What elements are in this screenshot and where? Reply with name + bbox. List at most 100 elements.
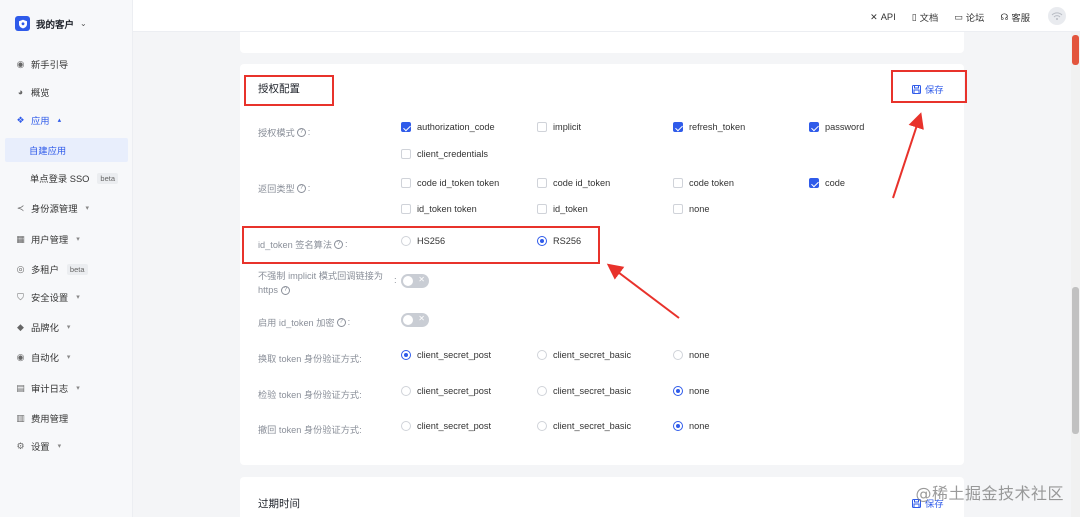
checkbox-unchecked[interactable]: [401, 204, 411, 214]
forum-label: 论坛: [965, 13, 985, 23]
checkbox-none[interactable]: none: [673, 204, 709, 214]
checkbox-code-id-token-token[interactable]: code id_token token: [401, 178, 499, 188]
checkbox-checked[interactable]: [809, 178, 819, 188]
radio-unselected[interactable]: [401, 386, 411, 396]
help-icon[interactable]: ?: [336, 317, 346, 327]
sidebar-item-users[interactable]: ▦ 用户管理 ▾: [0, 227, 133, 251]
apps-icon: ❖: [16, 114, 25, 125]
implicit-https-text-1: 不强制 implicit 模式回调链接为: [258, 271, 384, 281]
sidebar-item-onboarding[interactable]: ◉ 新手引导: [0, 52, 133, 76]
radio-unselected[interactable]: [401, 421, 411, 431]
checkbox-checked[interactable]: [673, 122, 683, 132]
sidebar-item-audit-log[interactable]: ▤ 审计日志 ▾: [0, 376, 133, 400]
checkbox-code-token[interactable]: code token: [673, 178, 734, 188]
forum-link[interactable]: ▭ 论坛: [954, 10, 984, 24]
radio-selected[interactable]: [401, 350, 411, 360]
sidebar-item-security[interactable]: ⛉ 安全设置 ▾: [0, 285, 133, 309]
tenant-switcher[interactable]: 我的客户 ⌄: [15, 16, 87, 31]
checkbox-checked[interactable]: [401, 122, 411, 132]
checkbox-code[interactable]: code: [809, 178, 845, 188]
brand-logo-icon: [15, 16, 30, 31]
checkbox-authorization-code[interactable]: authorization_code: [401, 122, 495, 132]
id-token-encrypt-label: 启用 id_token 加密?:: [258, 317, 351, 328]
option-label: client_secret_basic: [553, 386, 632, 396]
checkbox-implicit[interactable]: implicit: [537, 122, 581, 132]
api-link[interactable]: ✕ API: [870, 10, 896, 24]
checkbox-client-credentials[interactable]: client_credentials: [401, 149, 488, 159]
radio-unselected[interactable]: [673, 350, 683, 360]
gear-icon: ⚙: [16, 440, 25, 451]
option-label: none: [689, 350, 710, 360]
sidebar-item-label: 自建应用: [29, 146, 67, 156]
checkbox-checked[interactable]: [809, 122, 819, 132]
grant-types-label: 授权模式?:: [258, 127, 311, 138]
avatar[interactable]: [1048, 7, 1066, 25]
radio-token-auth-post[interactable]: client_secret_post: [401, 350, 491, 360]
radio-revoke-basic[interactable]: client_secret_basic: [537, 421, 631, 431]
token-auth-label: 换取 token 身份验证方式:: [258, 354, 362, 364]
sidebar-item-settings[interactable]: ⚙ 设置 ▾: [0, 434, 133, 458]
radio-unselected[interactable]: [537, 350, 547, 360]
sidebar-item-label: 身份源管理: [31, 204, 78, 214]
tenant-name: 我的客户: [36, 19, 75, 31]
option-label: client_credentials: [417, 149, 488, 159]
sidebar-item-automation[interactable]: ◉ 自动化 ▾: [0, 345, 133, 369]
sidebar-item-identity-sources[interactable]: ≺ 身份源管理 ▾: [0, 196, 133, 220]
support-link[interactable]: ☊ 客服: [1000, 10, 1030, 24]
implicit-https-toggle[interactable]: ✕: [401, 274, 429, 288]
sidebar-item-label: 费用管理: [31, 414, 69, 424]
radio-revoke-none[interactable]: none: [673, 421, 709, 431]
sidebar-item-billing[interactable]: ▥ 费用管理: [0, 406, 133, 430]
radio-unselected[interactable]: [537, 421, 547, 431]
brush-icon: ◆: [17, 321, 24, 332]
sidebar-item-apps[interactable]: ❖ 应用 ▴: [0, 108, 133, 132]
checkbox-unchecked[interactable]: [537, 204, 547, 214]
checkbox-unchecked[interactable]: [401, 178, 411, 188]
scrollbar[interactable]: [1071, 32, 1080, 517]
scrollbar-thumb[interactable]: [1072, 287, 1079, 434]
radio-introspect-post[interactable]: client_secret_post: [401, 386, 491, 396]
docs-link[interactable]: ▯ 文档: [912, 10, 939, 24]
checkbox-unchecked[interactable]: [537, 178, 547, 188]
radio-introspect-basic[interactable]: client_secret_basic: [537, 386, 631, 396]
implicit-https-label: 不强制 implicit 模式回调链接为 https?: [258, 269, 383, 297]
checkbox-password[interactable]: password: [809, 122, 864, 132]
checkbox-unchecked[interactable]: [673, 178, 683, 188]
colon: :: [394, 275, 397, 286]
id-token-encrypt-toggle[interactable]: ✕: [401, 313, 429, 327]
checkbox-refresh-token[interactable]: refresh_token: [673, 122, 745, 132]
response-types-text: 返回类型: [258, 184, 295, 194]
radio-selected[interactable]: [673, 421, 683, 431]
checkbox-id-token-token[interactable]: id_token token: [401, 204, 477, 214]
option-label: id_token: [553, 204, 588, 214]
response-types-label: 返回类型?:: [258, 183, 311, 194]
help-icon[interactable]: ?: [296, 183, 306, 193]
radio-selected[interactable]: [673, 386, 683, 396]
checkbox-unchecked[interactable]: [401, 149, 411, 159]
option-label: client_secret_post: [417, 350, 492, 360]
option-label: code token: [689, 178, 734, 188]
sidebar-item-branding[interactable]: ◆ 品牌化 ▾: [0, 315, 133, 339]
checkbox-id-token[interactable]: id_token: [537, 204, 588, 214]
checkbox-unchecked[interactable]: [673, 204, 683, 214]
radio-unselected[interactable]: [537, 386, 547, 396]
option-label: password: [825, 122, 865, 132]
sidebar-item-custom-apps[interactable]: 自建应用: [5, 138, 128, 162]
chevron-down-icon: ▾: [57, 443, 62, 450]
support-label: 客服: [1011, 13, 1030, 23]
sidebar-item-label: 单点登录 SSO: [30, 174, 90, 184]
checkbox-unchecked[interactable]: [537, 122, 547, 132]
headset-icon: ☊: [1000, 11, 1009, 22]
help-icon[interactable]: ?: [296, 127, 306, 137]
sidebar-item-multi-tenant[interactable]: ◎ 多租户 beta: [0, 257, 133, 281]
help-icon[interactable]: ?: [280, 285, 290, 295]
sidebar-item-label: 设置: [31, 442, 50, 452]
sidebar-item-sso[interactable]: 单点登录 SSO beta: [0, 166, 133, 190]
radio-token-auth-none[interactable]: none: [673, 350, 709, 360]
sidebar-item-overview[interactable]: ◕ 概览: [0, 80, 133, 104]
radio-token-auth-basic[interactable]: client_secret_basic: [537, 350, 631, 360]
radio-introspect-none[interactable]: none: [673, 386, 709, 396]
checkbox-code-id-token[interactable]: code id_token: [537, 178, 610, 188]
radio-revoke-post[interactable]: client_secret_post: [401, 421, 491, 431]
expiry-section-title: 过期时间: [258, 498, 300, 510]
